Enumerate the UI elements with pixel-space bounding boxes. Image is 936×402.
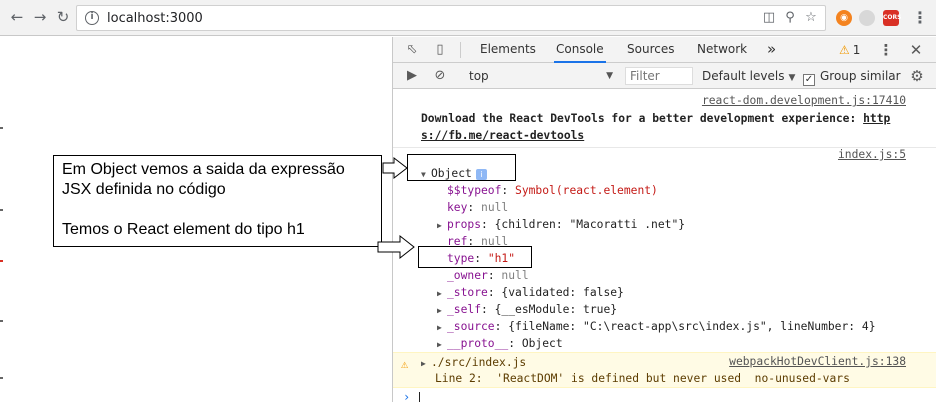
triangle-right-icon: ▶	[437, 340, 442, 349]
warning-icon: ⚠	[401, 357, 409, 371]
object-field[interactable]: ▶ _source: {fileName: "C:\react-app\src\i…	[437, 318, 876, 336]
devtools-menu-icon[interactable]: ⋮	[877, 41, 895, 59]
arrow-right-icon[interactable]: →	[31, 8, 49, 26]
context-value: top	[469, 69, 489, 83]
filter-input[interactable]	[625, 67, 693, 85]
log-levels-select[interactable]: Default levels ▼	[702, 67, 795, 85]
context-select[interactable]: top ▼	[469, 67, 615, 85]
object-field[interactable]: ▶ _self: {__esModule: true}	[437, 301, 617, 319]
chevron-down-icon: ▼	[788, 73, 796, 83]
console-toolbar: ▶ ⊘ top ▼ Default levels▼ ✓Group similar…	[393, 63, 936, 89]
arrow-left-icon[interactable]: ←	[8, 8, 26, 26]
field-value: {fileName: "C:\react-app\src\index.js", …	[508, 320, 876, 333]
checkbox[interactable]: ✓	[803, 74, 815, 86]
orange-extension-icon[interactable]: ◉	[836, 10, 852, 26]
message-source-link[interactable]: webpackHotDevClient.js:138	[729, 355, 906, 368]
page-edge-mark	[0, 260, 3, 262]
info-icon[interactable]: i	[85, 11, 99, 25]
device-toolbar-icon[interactable]: ▯	[431, 41, 449, 59]
field-value: {validated: false}	[501, 286, 624, 299]
field-value: {__esModule: true}	[494, 303, 618, 316]
field-key: __proto__	[447, 337, 509, 350]
message-source-link[interactable]: index.js:5	[838, 148, 906, 161]
devtools-link[interactable]: s://fb.me/react-devtools	[421, 127, 584, 144]
annotation-line: Em Object vemos a saida da expressão	[62, 161, 345, 178]
page-edge-mark	[0, 377, 3, 379]
more-tabs-icon[interactable]: »	[765, 37, 778, 63]
chevron-down-icon: ▼	[606, 71, 613, 81]
object-highlight-box	[407, 154, 516, 181]
zoom-icon[interactable]: ⚲	[782, 10, 798, 26]
page-edge-mark	[0, 320, 3, 322]
page-edge-mark	[0, 127, 3, 129]
field-value: null	[501, 269, 529, 282]
star-icon[interactable]: ☆	[803, 10, 819, 26]
log-levels-value: Default levels	[702, 69, 785, 83]
object-field: key: null	[447, 201, 509, 214]
field-value: null	[481, 201, 509, 214]
object-field: _owner: null	[447, 269, 529, 282]
gray-extension-icon[interactable]	[859, 10, 875, 26]
annotation-line: Temos o React element do tipo h1	[62, 221, 305, 238]
devtools-tabbar: ⬁ ▯ Elements Console Sources Network » ⚠…	[393, 37, 936, 63]
message-source-link[interactable]: react-dom.development.js:17410	[702, 94, 906, 107]
console-input[interactable]	[419, 392, 420, 402]
reload-icon[interactable]: ↻	[54, 8, 72, 26]
console-message: Download the React DevTools for a better…	[421, 110, 890, 127]
field-key: $$typeof	[447, 184, 502, 197]
address-bar[interactable]: i localhost:3000 ◫ ⚲ ☆	[76, 5, 826, 31]
devtools-panel: ⬁ ▯ Elements Console Sources Network » ⚠…	[392, 37, 936, 402]
tab-sources[interactable]: Sources	[625, 37, 676, 63]
browser-toolbar: ← → ↻ i localhost:3000 ◫ ⚲ ☆ ◉ CORS ⋮	[0, 0, 936, 36]
page-edge-mark	[0, 209, 3, 211]
group-similar-label: Group similar	[820, 69, 901, 83]
message-text: Download the React DevTools for a better…	[421, 112, 864, 125]
inspect-element-icon[interactable]: ⬁	[403, 41, 421, 59]
object-field[interactable]: ▶ __proto__: Object	[437, 335, 563, 353]
triangle-right-icon: ▶	[437, 289, 442, 298]
gear-icon[interactable]: ⚙	[908, 67, 926, 85]
field-key: _owner	[447, 269, 488, 282]
triangle-right-icon: ▶	[421, 359, 426, 368]
object-field[interactable]: ▶ props: {children: "Macoratti .net"}	[437, 216, 685, 234]
console-prompt-icon: ›	[403, 390, 411, 402]
field-value: Symbol(react.element)	[515, 184, 658, 197]
field-key: key	[447, 201, 468, 214]
cors-extension-icon[interactable]: CORS	[883, 10, 901, 26]
sidebar-toggle-icon[interactable]: ▶	[403, 67, 421, 85]
object-field[interactable]: ▶ _store: {validated: false}	[437, 284, 624, 302]
triangle-right-icon: ▶	[437, 306, 442, 315]
warning-detail: Line 2: 'ReactDOM' is defined but never …	[435, 372, 850, 385]
url-text[interactable]: localhost:3000	[107, 11, 203, 26]
object-field: $$typeof: Symbol(react.element)	[447, 184, 658, 197]
clear-console-icon[interactable]: ⊘	[431, 67, 449, 85]
warning-title: ./src/index.js	[431, 356, 527, 369]
warning-count: 1	[852, 43, 861, 57]
tab-network[interactable]: Network	[695, 37, 749, 63]
tab-elements[interactable]: Elements	[478, 37, 538, 63]
tab-console[interactable]: Console	[554, 37, 606, 63]
warning-counter[interactable]: ⚠ 1	[839, 41, 860, 59]
console-warning: ⚠ webpackHotDevClient.js:138 ▶ ./src/inde…	[393, 352, 936, 388]
field-value: {children: "Macoratti .net"}	[494, 218, 686, 231]
triangle-right-icon: ▶	[437, 323, 442, 332]
annotation-line: JSX definida no código	[62, 181, 226, 198]
group-similar-toggle[interactable]: ✓ Group similar	[803, 67, 901, 86]
browser-menu-icon[interactable]: ⋮	[912, 9, 928, 27]
annotation-callout: Em Object vemos a saida da expressão JSX…	[53, 155, 382, 247]
devtools-link[interactable]: http	[863, 112, 890, 125]
triangle-right-icon: ▶	[437, 221, 442, 230]
field-key: props	[447, 218, 482, 231]
warning-icon: ⚠	[839, 43, 850, 57]
divider	[460, 42, 461, 58]
type-highlight-box	[418, 246, 532, 268]
field-key: _source	[447, 320, 495, 333]
field-key: _store	[447, 286, 488, 299]
translate-icon[interactable]: ◫	[761, 10, 777, 26]
field-key: _self	[447, 303, 482, 316]
field-value: Object	[521, 337, 563, 350]
close-icon[interactable]: ✕	[907, 41, 925, 59]
